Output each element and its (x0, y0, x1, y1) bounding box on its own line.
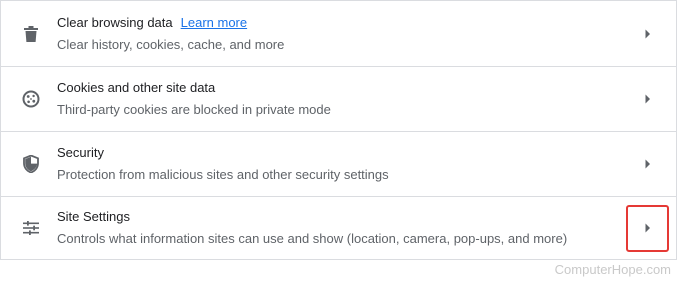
cookies-description: Third-party cookies are blocked in priva… (57, 102, 331, 117)
cookie-icon (21, 89, 41, 109)
clear-browsing-data-title: Clear browsing data (57, 14, 173, 30)
clear-browsing-data-text: Clear browsing data Learn more Clear hist… (57, 14, 616, 54)
site-settings-title: Site Settings (57, 209, 130, 224)
chevron-right-icon[interactable] (638, 154, 658, 174)
clear-browsing-data-row[interactable]: Clear browsing data Learn more Clear hist… (1, 1, 676, 66)
row-title: Clear browsing data Learn more (57, 14, 616, 32)
clear-browsing-data-description: Clear history, cookies, cache, and more (57, 36, 285, 52)
watermark: ComputerHope.com (554, 262, 671, 277)
security-row[interactable]: Security Protection from malicious sites… (1, 131, 676, 196)
privacy-settings-panel: Clear browsing data Learn more Clear hist… (0, 0, 677, 260)
security-title: Security (57, 145, 104, 160)
shield-icon (21, 154, 41, 174)
site-settings-chevron-right-icon[interactable] (638, 218, 658, 238)
chevron-right-icon[interactable] (638, 24, 658, 44)
site-settings-description: Controls what information sites can use … (57, 231, 568, 246)
site-settings-text: Site Settings Controls what information … (57, 208, 616, 248)
tune-icon (21, 218, 41, 238)
chevron-right-icon[interactable] (638, 89, 658, 109)
security-description: Protection from malicious sites and othe… (57, 167, 389, 182)
trash-icon (21, 24, 41, 44)
site-settings-row[interactable]: Site Settings Controls what information … (1, 196, 676, 259)
cookies-row[interactable]: Cookies and other site data Third-party … (1, 66, 676, 131)
cookies-text: Cookies and other site data Third-party … (57, 79, 616, 119)
cookies-title: Cookies and other site data (57, 80, 216, 95)
security-text: Security Protection from malicious sites… (57, 144, 616, 184)
learn-more-link[interactable]: Learn more (181, 15, 247, 30)
